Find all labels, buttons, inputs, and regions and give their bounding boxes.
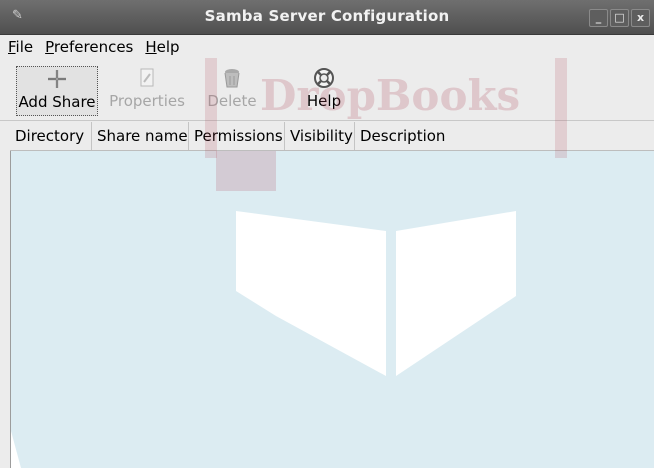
title-bar[interactable]: ✎ Samba Server Configuration _ □ x (0, 0, 654, 35)
add-share-label: Add Share (18, 93, 96, 111)
shares-table-header: Directory Share name Permissions Visibil… (10, 122, 654, 151)
properties-label: Properties (109, 92, 185, 110)
toolbar: Add Share Properties Delete Help (0, 60, 654, 121)
delete-button[interactable]: Delete (200, 66, 264, 116)
window-controls: _ □ x (589, 9, 650, 27)
shares-table-body[interactable] (10, 151, 654, 468)
menu-file-mnemonic: F (8, 38, 16, 56)
menu-preferences-mnemonic: P (45, 38, 54, 56)
menu-help-mnemonic: H (145, 38, 157, 56)
add-icon (17, 67, 97, 93)
lifebuoy-icon (296, 66, 352, 92)
add-share-button[interactable]: Add Share (16, 66, 98, 116)
column-visibility[interactable]: Visibility (285, 122, 355, 150)
menu-help-label: elp (156, 38, 180, 56)
help-button[interactable]: Help (296, 66, 352, 116)
watermark-book-graphic (11, 151, 516, 468)
window-title: Samba Server Configuration (204, 7, 450, 25)
close-button[interactable]: x (631, 9, 650, 27)
samba-config-window: ✎ Samba Server Configuration _ □ x File … (0, 0, 654, 468)
help-label: Help (306, 92, 342, 110)
trash-icon (200, 66, 264, 92)
column-permissions[interactable]: Permissions (189, 122, 285, 150)
menu-file[interactable]: File (8, 38, 33, 56)
menu-file-label: ile (15, 38, 34, 56)
column-description[interactable]: Description (355, 122, 654, 150)
column-directory[interactable]: Directory (10, 122, 92, 150)
menu-preferences-label: references (53, 38, 134, 56)
menu-preferences[interactable]: Preferences (45, 38, 133, 56)
maximize-button[interactable]: □ (610, 9, 629, 27)
left-margin (0, 122, 10, 468)
properties-icon (104, 66, 190, 92)
minimize-button[interactable]: _ (589, 9, 608, 27)
menu-bar: File Preferences Help (0, 34, 654, 60)
properties-button[interactable]: Properties (104, 66, 190, 116)
column-share-name[interactable]: Share name (92, 122, 189, 150)
menu-help[interactable]: Help (145, 38, 179, 56)
delete-label: Delete (207, 92, 257, 110)
